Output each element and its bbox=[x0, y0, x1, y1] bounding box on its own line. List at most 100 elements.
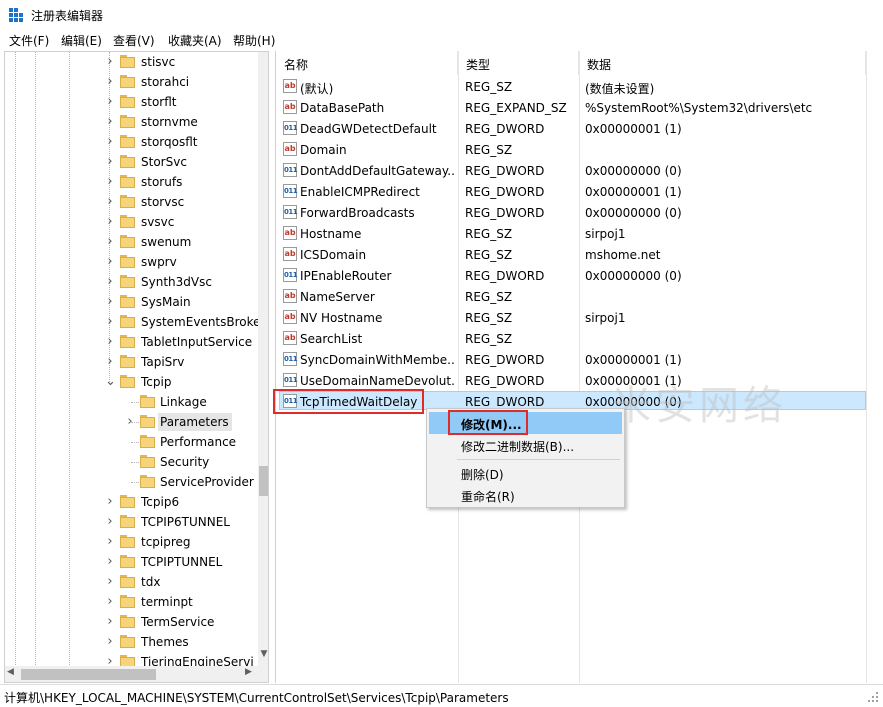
key-tree-pane[interactable]: › stisvc › storahci › storflt › stornvme › storqo… bbox=[4, 51, 269, 683]
context-menu-modify-binary[interactable]: 修改二进制数据(B)... bbox=[429, 434, 622, 456]
tree-item[interactable]: › stornvme bbox=[5, 112, 255, 132]
tree-item[interactable]: › SysMain bbox=[5, 292, 255, 312]
tree-item[interactable]: › storahci bbox=[5, 72, 255, 92]
context-menu-delete[interactable]: 删除(D) bbox=[429, 462, 622, 484]
column-header-name[interactable]: 名称 bbox=[276, 51, 458, 75]
tree-item[interactable]: › TCPIP6TUNNEL bbox=[5, 512, 255, 532]
tree-item[interactable]: › storqosflt bbox=[5, 132, 255, 152]
tree-item[interactable]: Linkage bbox=[5, 392, 255, 412]
chevron-right-icon[interactable]: › bbox=[125, 415, 135, 428]
chevron-right-icon[interactable]: › bbox=[105, 295, 115, 308]
value-row[interactable]: 011 UseDomainNameDevolut... REG_DWORD 0x000… bbox=[276, 370, 883, 391]
tree-item[interactable]: › Themes bbox=[5, 632, 255, 652]
tree-item[interactable]: Performance bbox=[5, 432, 255, 452]
chevron-right-icon[interactable]: › bbox=[105, 75, 115, 88]
value-row[interactable]: ab Domain REG_SZ bbox=[276, 139, 883, 160]
value-name: NameServer bbox=[300, 290, 375, 304]
chevron-right-icon[interactable]: › bbox=[105, 535, 115, 548]
chevron-right-icon[interactable]: › bbox=[105, 215, 115, 228]
value-row[interactable]: ab (默认) REG_SZ (数值未设置) bbox=[276, 76, 883, 97]
value-row[interactable]: 011 SyncDomainWithMembe... REG_DWORD 0x0000… bbox=[276, 349, 883, 370]
chevron-right-icon[interactable]: › bbox=[105, 515, 115, 528]
column-header-data[interactable]: 数据 bbox=[579, 51, 866, 75]
tree-item[interactable]: › Synth3dVsc bbox=[5, 272, 255, 292]
scroll-left-arrow-icon[interactable]: ◀ bbox=[7, 667, 14, 677]
tree-item[interactable]: › TermService bbox=[5, 612, 255, 632]
chevron-right-icon[interactable]: › bbox=[105, 355, 115, 368]
column-header-type[interactable]: 类型 bbox=[458, 51, 579, 75]
value-name: SearchList bbox=[300, 332, 363, 346]
tree-item[interactable]: › swprv bbox=[5, 252, 255, 272]
context-menu-label: 删除(D) bbox=[461, 468, 504, 482]
context-menu-rename[interactable]: 重命名(R) bbox=[429, 484, 622, 506]
folder-icon bbox=[120, 375, 135, 388]
value-row[interactable]: 011 DontAddDefaultGateway... REG_DWORD 0x00… bbox=[276, 160, 883, 181]
chevron-right-icon[interactable]: › bbox=[105, 235, 115, 248]
value-row[interactable]: 011 EnableICMPRedirect REG_DWORD 0x00000001… bbox=[276, 181, 883, 202]
value-row[interactable]: ab SearchList REG_SZ bbox=[276, 328, 883, 349]
chevron-right-icon[interactable]: › bbox=[105, 555, 115, 568]
chevron-right-icon[interactable]: › bbox=[105, 575, 115, 588]
menu-favorites[interactable]: 收藏夹(A) bbox=[168, 32, 222, 49]
tree-item[interactable]: ServiceProvider bbox=[5, 472, 255, 492]
tree-item[interactable]: › TCPIPTUNNEL bbox=[5, 552, 255, 572]
tree-scrollbar-thumb[interactable] bbox=[259, 466, 268, 496]
chevron-right-icon[interactable]: › bbox=[105, 155, 115, 168]
chevron-down-icon[interactable]: ⌄ bbox=[105, 375, 116, 388]
context-menu-label: 修改二进制数据(B)... bbox=[461, 440, 575, 454]
tree-hscrollbar-thumb[interactable] bbox=[21, 669, 156, 680]
value-row[interactable]: 011 IPEnableRouter REG_DWORD 0x00000000 (0) bbox=[276, 265, 883, 286]
value-row[interactable]: ab NameServer REG_SZ bbox=[276, 286, 883, 307]
folder-icon bbox=[120, 75, 135, 88]
chevron-right-icon[interactable]: › bbox=[105, 315, 115, 328]
chevron-right-icon[interactable]: › bbox=[105, 195, 115, 208]
folder-icon bbox=[120, 575, 135, 588]
tree-item[interactable]: › tdx bbox=[5, 572, 255, 592]
chevron-right-icon[interactable]: › bbox=[105, 55, 115, 68]
tree-item[interactable]: › swenum bbox=[5, 232, 255, 252]
menu-help[interactable]: 帮助(H) bbox=[233, 32, 275, 49]
value-row[interactable]: 011 DeadGWDetectDefault REG_DWORD 0x0000000… bbox=[276, 118, 883, 139]
chevron-right-icon[interactable]: › bbox=[105, 635, 115, 648]
tree-item[interactable]: › tcpipreg bbox=[5, 532, 255, 552]
scroll-down-arrow-icon[interactable]: ▼ bbox=[258, 649, 268, 663]
tree-item[interactable]: › Tcpip6 bbox=[5, 492, 255, 512]
tree-item[interactable]: › StorSvc bbox=[5, 152, 255, 172]
value-name: ForwardBroadcasts bbox=[300, 206, 415, 220]
tree-item[interactable]: › storflt bbox=[5, 92, 255, 112]
tree-item[interactable]: › storufs bbox=[5, 172, 255, 192]
value-row[interactable]: ab ICSDomain REG_SZ mshome.net bbox=[276, 244, 883, 265]
value-row[interactable]: ab DataBasePath REG_EXPAND_SZ %SystemRoot%\… bbox=[276, 97, 883, 118]
scroll-right-arrow-icon[interactable]: ▶ bbox=[245, 667, 252, 677]
value-row[interactable]: ab Hostname REG_SZ sirpoj1 bbox=[276, 223, 883, 244]
menu-edit[interactable]: 编辑(E) bbox=[61, 32, 102, 49]
tree-item[interactable]: › TabletInputService bbox=[5, 332, 255, 352]
chevron-right-icon[interactable]: › bbox=[105, 495, 115, 508]
tree-item[interactable]: › TapiSrv bbox=[5, 352, 255, 372]
resize-grip-icon[interactable] bbox=[867, 691, 879, 703]
tree-item[interactable]: › svsvc bbox=[5, 212, 255, 232]
chevron-right-icon[interactable]: › bbox=[105, 335, 115, 348]
tree-item[interactable]: › terminpt bbox=[5, 592, 255, 612]
chevron-right-icon[interactable]: › bbox=[105, 275, 115, 288]
value-row[interactable]: 011 ForwardBroadcasts REG_DWORD 0x00000000 … bbox=[276, 202, 883, 223]
tree-item[interactable]: › storvsc bbox=[5, 192, 255, 212]
menu-view[interactable]: 查看(V) bbox=[113, 32, 155, 49]
chevron-right-icon[interactable]: › bbox=[105, 175, 115, 188]
chevron-right-icon[interactable]: › bbox=[105, 115, 115, 128]
values-pane[interactable]: 名称 类型 数据 ab (默认) REG_SZ (数值未设置) ab DataBasePa… bbox=[275, 51, 883, 683]
menu-file[interactable]: 文件(F) bbox=[9, 32, 49, 49]
value-row[interactable]: ab NV Hostname REG_SZ sirpoj1 bbox=[276, 307, 883, 328]
chevron-right-icon[interactable]: › bbox=[105, 255, 115, 268]
chevron-right-icon[interactable]: › bbox=[105, 595, 115, 608]
tree-item[interactable]: › Parameters bbox=[5, 412, 255, 432]
tree-item[interactable]: › stisvc bbox=[5, 52, 255, 72]
tree-item[interactable]: › SystemEventsBroke bbox=[5, 312, 261, 332]
tree-horizontal-scrollbar[interactable]: ◀ ▶ bbox=[5, 666, 268, 682]
tree-vertical-scrollbar[interactable]: ▼ bbox=[258, 52, 268, 667]
chevron-right-icon[interactable]: › bbox=[105, 135, 115, 148]
chevron-right-icon[interactable]: › bbox=[105, 615, 115, 628]
tree-item[interactable]: Security bbox=[5, 452, 255, 472]
chevron-right-icon[interactable]: › bbox=[105, 95, 115, 108]
tree-item[interactable]: ⌄ Tcpip bbox=[5, 372, 255, 392]
